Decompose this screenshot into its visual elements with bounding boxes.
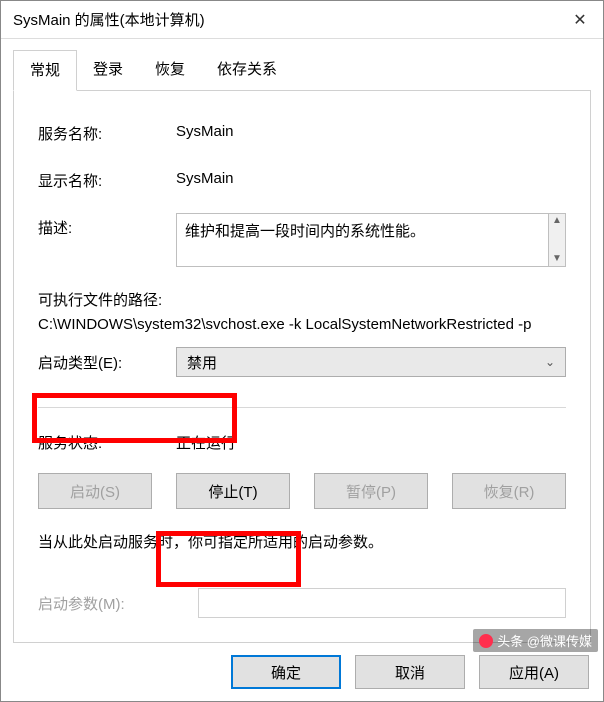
service-status-value: 正在运行 (176, 432, 236, 453)
watermark-icon (479, 634, 493, 648)
tab-general[interactable]: 常规 (13, 50, 77, 91)
start-button: 启动(S) (38, 473, 152, 509)
executable-path-label: 可执行文件的路径: (38, 289, 566, 310)
stop-button[interactable]: 停止(T) (176, 473, 290, 509)
titlebar: SysMain 的属性(本地计算机) ✕ (1, 1, 603, 39)
watermark-text: 头条 @微课传媒 (497, 631, 592, 650)
start-params-row: 启动参数(M): (38, 588, 566, 618)
start-params-label: 启动参数(M): (38, 593, 198, 614)
service-name-label: 服务名称: (38, 119, 176, 144)
service-status-label: 服务状态: (38, 432, 176, 453)
close-icon: ✕ (573, 10, 586, 30)
description-scrollbar[interactable]: ▲ ▼ (548, 213, 566, 267)
scroll-up-icon: ▲ (552, 214, 562, 228)
apply-button-label: 应用(A) (509, 662, 559, 683)
display-name-label: 显示名称: (38, 166, 176, 191)
watermark: 头条 @微课传媒 (473, 629, 598, 652)
pause-button-label: 暂停(P) (346, 481, 396, 502)
tab-recovery[interactable]: 恢复 (139, 50, 201, 91)
description-text[interactable]: 维护和提高一段时间内的系统性能。 (176, 213, 548, 267)
executable-path-value: C:\WINDOWS\system32\svchost.exe -k Local… (38, 316, 566, 333)
tab-dependencies-label: 依存关系 (217, 61, 277, 78)
service-status-row: 服务状态: 正在运行 (38, 432, 566, 453)
apply-button[interactable]: 应用(A) (479, 655, 589, 689)
service-name-row: 服务名称: SysMain (38, 119, 566, 144)
window-title: SysMain 的属性(本地计算机) (13, 9, 557, 30)
tab-dependencies[interactable]: 依存关系 (201, 50, 293, 91)
stop-button-label: 停止(T) (208, 481, 257, 502)
cancel-button-label: 取消 (395, 662, 425, 683)
resume-button: 恢复(R) (452, 473, 566, 509)
executable-path-block: 可执行文件的路径: C:\WINDOWS\system32\svchost.ex… (38, 289, 566, 333)
description-box: 维护和提高一段时间内的系统性能。 ▲ ▼ (176, 213, 566, 267)
display-name-value: SysMain (176, 166, 566, 187)
tab-logon-label: 登录 (93, 61, 123, 78)
service-control-buttons: 启动(S) 停止(T) 暂停(P) 恢复(R) (38, 473, 566, 509)
properties-dialog: SysMain 的属性(本地计算机) ✕ 常规 登录 恢复 依存关系 服务名称:… (0, 0, 604, 702)
description-label: 描述: (38, 213, 176, 238)
tabs: 常规 登录 恢复 依存关系 (13, 49, 591, 91)
cancel-button[interactable]: 取消 (355, 655, 465, 689)
tab-logon[interactable]: 登录 (77, 50, 139, 91)
pause-button: 暂停(P) (314, 473, 428, 509)
ok-button[interactable]: 确定 (231, 655, 341, 689)
start-params-hint: 当从此处启动服务时，你可指定所适用的启动参数。 (38, 531, 566, 552)
close-button[interactable]: ✕ (557, 1, 603, 39)
divider (38, 407, 566, 408)
startup-type-label: 启动类型(E): (38, 352, 176, 373)
description-row: 描述: 维护和提高一段时间内的系统性能。 ▲ ▼ (38, 213, 566, 267)
ok-button-label: 确定 (271, 662, 301, 683)
start-button-label: 启动(S) (70, 481, 120, 502)
startup-type-combo[interactable]: 禁用 ⌄ (176, 347, 566, 377)
tab-recovery-label: 恢复 (155, 61, 185, 78)
startup-type-value: 禁用 (187, 352, 217, 373)
service-name-value: SysMain (176, 119, 566, 140)
tab-general-label: 常规 (30, 62, 60, 79)
scroll-down-icon: ▼ (552, 252, 562, 266)
startup-type-row: 启动类型(E): 禁用 ⌄ (38, 347, 566, 377)
start-params-input (198, 588, 566, 618)
resume-button-label: 恢复(R) (484, 481, 535, 502)
general-panel: 服务名称: SysMain 显示名称: SysMain 描述: 维护和提高一段时… (13, 91, 591, 643)
display-name-row: 显示名称: SysMain (38, 166, 566, 191)
chevron-down-icon: ⌄ (545, 355, 555, 369)
tabs-container: 常规 登录 恢复 依存关系 (1, 39, 603, 91)
